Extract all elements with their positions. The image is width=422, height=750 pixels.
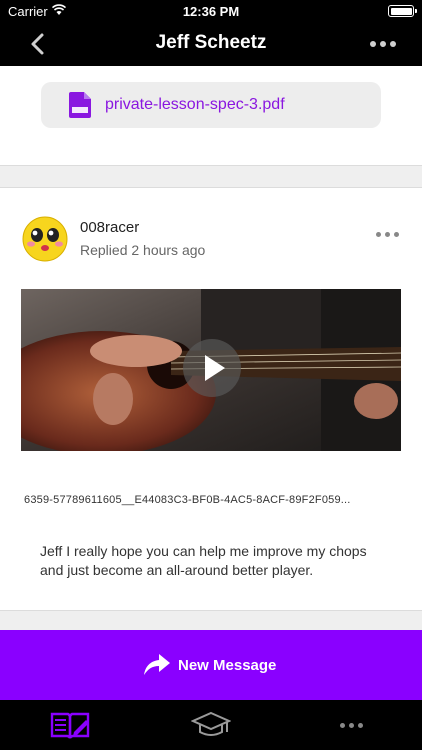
page-title: Jeff Scheetz bbox=[155, 32, 267, 53]
post-timestamp: Replied 2 hours ago bbox=[80, 242, 206, 258]
avatar[interactable] bbox=[22, 216, 68, 262]
tab-bar bbox=[0, 700, 422, 750]
pdf-file-icon bbox=[69, 92, 91, 118]
pdf-attachment[interactable]: private-lesson-spec-3.pdf bbox=[41, 82, 381, 128]
book-pencil-icon[interactable] bbox=[50, 710, 90, 740]
video-file-name: 6359-57789611605__E44083C3-BF0B-4AC5-8AC… bbox=[24, 494, 351, 506]
status-bar: Carrier 12:36 PM bbox=[0, 0, 422, 22]
graduation-cap-icon[interactable] bbox=[191, 710, 231, 740]
post-card: 008racer Replied 2 hours ago 6359-577896… bbox=[0, 187, 422, 611]
post-options-icon[interactable] bbox=[374, 230, 400, 238]
new-message-label: New Message bbox=[178, 657, 277, 674]
post-message: Jeff I really hope you can help me impro… bbox=[40, 543, 367, 578]
battery-icon bbox=[388, 5, 417, 17]
more-options-icon[interactable] bbox=[368, 38, 398, 50]
video-thumbnail[interactable] bbox=[21, 289, 401, 451]
play-button[interactable] bbox=[183, 339, 241, 397]
share-arrow-icon bbox=[144, 654, 170, 675]
attachment-file-name[interactable]: private-lesson-spec-3.pdf bbox=[105, 96, 285, 114]
new-message-button[interactable]: New Message bbox=[0, 630, 422, 700]
status-time: 12:36 PM bbox=[182, 4, 240, 19]
post-author[interactable]: 008racer bbox=[80, 219, 139, 236]
attachment-card: private-lesson-spec-3.pdf bbox=[0, 66, 422, 166]
ellipsis-icon[interactable] bbox=[331, 710, 371, 740]
nav-bar: Jeff Scheetz bbox=[0, 22, 422, 66]
